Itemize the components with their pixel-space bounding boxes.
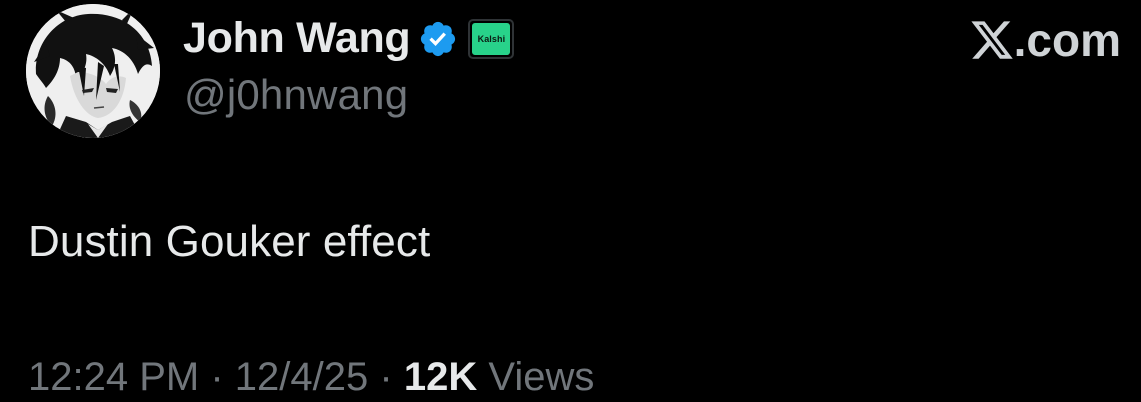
site-domain: .com bbox=[1013, 14, 1121, 66]
views-label: Views bbox=[488, 355, 595, 399]
affiliate-badge-label: Kalshi bbox=[477, 34, 506, 44]
affiliate-badge-logo: Kalshi bbox=[472, 23, 511, 55]
meta-separator: · bbox=[379, 355, 393, 399]
site-watermark: .com bbox=[969, 14, 1121, 66]
tweet-card: John Wang Kalshi @j0hnwang .com Dustin G… bbox=[0, 0, 1141, 399]
avatar-illustration bbox=[26, 4, 160, 138]
author-handle[interactable]: @j0hnwang bbox=[184, 70, 408, 120]
meta-separator: · bbox=[210, 355, 224, 399]
x-logo-icon bbox=[969, 17, 1015, 63]
tweet-meta: 12:24 PM · 12/4/25 · 12K Views bbox=[28, 352, 594, 402]
tweet-text: Dustin Gouker effect bbox=[28, 217, 431, 266]
tweet-time[interactable]: 12:24 PM bbox=[28, 355, 199, 399]
avatar[interactable] bbox=[26, 4, 160, 138]
verified-badge-icon[interactable] bbox=[418, 19, 458, 59]
views-count: 12K bbox=[403, 355, 478, 399]
author-display-name[interactable]: John Wang bbox=[183, 12, 411, 64]
affiliate-badge[interactable]: Kalshi bbox=[468, 19, 515, 59]
author-row: John Wang Kalshi bbox=[183, 12, 515, 64]
tweet-date[interactable]: 12/4/25 bbox=[235, 355, 368, 399]
